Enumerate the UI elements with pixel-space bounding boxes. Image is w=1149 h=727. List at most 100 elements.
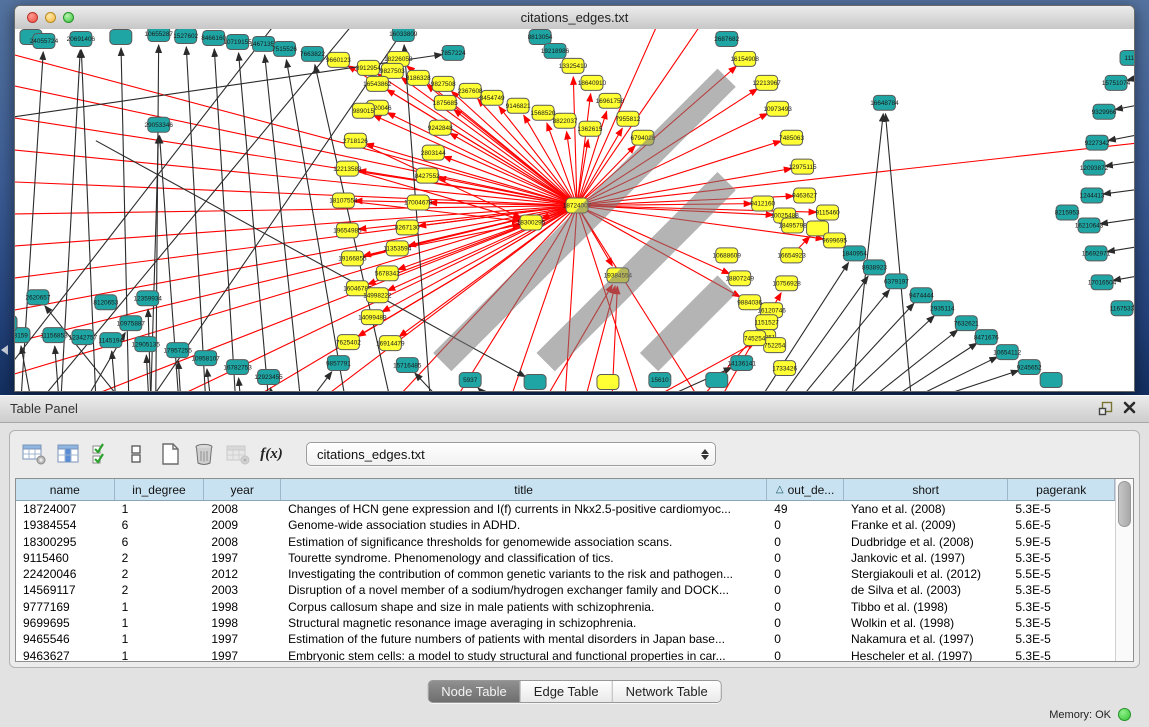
table-cell[interactable]: 0 xyxy=(767,599,844,615)
edge[interactable] xyxy=(270,388,272,391)
tab-edge-table[interactable]: Edge Table xyxy=(520,681,612,702)
table-cell[interactable]: 5.6E-5 xyxy=(1008,517,1115,533)
table-cell[interactable]: Corpus callosum shape and size in male p… xyxy=(281,599,767,615)
column-header-pagerank[interactable]: pagerank xyxy=(1008,479,1115,500)
table-cell[interactable]: 0 xyxy=(767,615,844,631)
table-cell[interactable]: 9777169 xyxy=(16,599,115,615)
table-cell[interactable]: Disruption of a novel member of a sodium… xyxy=(281,582,767,598)
table-cell[interactable]: Stergiakouli et al. (2012) xyxy=(844,566,1008,582)
table-cell[interactable]: 9463627 xyxy=(16,648,115,661)
table-cell[interactable]: 2 xyxy=(115,566,205,582)
table-selector-dropdown[interactable]: citations_edges.txt xyxy=(306,442,716,466)
table-cell[interactable]: 9465546 xyxy=(16,631,115,647)
table-cell[interactable]: 1 xyxy=(115,615,205,631)
table-cell[interactable]: Embryonic stem cells: a model to study s… xyxy=(281,648,767,661)
table-cell[interactable]: 0 xyxy=(767,550,844,566)
function-builder-button[interactable]: f(x) xyxy=(258,441,285,468)
table-cell[interactable]: Estimation of the future numbers of pati… xyxy=(281,631,767,647)
table-row[interactable]: 1456911722003Disruption of a novel membe… xyxy=(16,582,1115,598)
table-cell[interactable]: 2009 xyxy=(204,517,281,533)
table-cell[interactable]: Yano et al. (2008) xyxy=(844,501,1008,517)
table-cell[interactable]: 6 xyxy=(115,534,205,550)
table-row[interactable]: 946362711997Embryonic stem cells: a mode… xyxy=(16,648,1115,661)
column-header-out-de-[interactable]: △out_de... xyxy=(767,479,844,500)
table-cell[interactable]: Structural magnetic resonance image aver… xyxy=(281,615,767,631)
table-cell[interactable]: 5.3E-5 xyxy=(1008,599,1115,615)
table-cell[interactable]: 5.5E-5 xyxy=(1008,566,1115,582)
table-cell[interactable]: 6 xyxy=(115,517,205,533)
network-view-window[interactable]: citations_edges.txt 18724007183002951938… xyxy=(14,5,1135,392)
scrollbar-thumb[interactable] xyxy=(1118,481,1131,527)
table-row[interactable]: 1830029562008Estimation of significance … xyxy=(16,534,1115,550)
table-cell[interactable]: Tibbo et al. (1998) xyxy=(844,599,1008,615)
table-cell[interactable]: Changes of HCN gene expression and I(f) … xyxy=(281,501,767,517)
table-cell[interactable]: Estimation of significance thresholds fo… xyxy=(281,534,767,550)
table-cell[interactable]: 0 xyxy=(767,582,844,598)
table-row[interactable]: 1872400712008Changes of HCN gene express… xyxy=(16,501,1115,517)
tab-node-table[interactable]: Node Table xyxy=(428,681,520,702)
table-cell[interactable]: 0 xyxy=(767,566,844,582)
delete-columns-button[interactable] xyxy=(190,441,217,468)
table-cell[interactable]: Tourette syndrome. Phenomenology and cla… xyxy=(281,550,767,566)
column-header-year[interactable]: year xyxy=(204,479,281,500)
table-vertical-scrollbar[interactable] xyxy=(1115,479,1133,661)
table-cell[interactable]: 19384554 xyxy=(16,517,115,533)
table-cell[interactable]: Hescheler et al. (1997) xyxy=(844,648,1008,661)
create-column-button[interactable] xyxy=(156,441,183,468)
table-cell[interactable]: Jankovic et al. (1997) xyxy=(844,550,1008,566)
column-header-name[interactable]: name xyxy=(16,479,115,500)
network-canvas[interactable]: 1872400718300295193845549660123891295418… xyxy=(15,29,1134,391)
table-cell[interactable]: 18724007 xyxy=(16,501,115,517)
window-resize-grip[interactable] xyxy=(15,29,1131,388)
select-columns-button[interactable] xyxy=(88,441,115,468)
table-cell[interactable]: 1 xyxy=(115,599,205,615)
table-cell[interactable]: 22420046 xyxy=(16,566,115,582)
table-cell[interactable]: 5.3E-5 xyxy=(1008,501,1115,517)
table-cell[interactable]: Nakamura et al. (1997) xyxy=(844,631,1008,647)
column-header-short[interactable]: short xyxy=(844,479,1008,500)
table-cell[interactable]: 1997 xyxy=(204,631,281,647)
table-cell[interactable]: 18300295 xyxy=(16,534,115,550)
table-cell[interactable]: 0 xyxy=(767,631,844,647)
table-cell[interactable]: 5.3E-5 xyxy=(1008,648,1115,661)
table-cell[interactable]: 2008 xyxy=(204,534,281,550)
table-cell[interactable]: 0 xyxy=(767,534,844,550)
table-mode-button[interactable] xyxy=(20,441,47,468)
table-cell[interactable]: 1 xyxy=(115,648,205,661)
close-panel-icon[interactable] xyxy=(1122,400,1137,415)
table-cell[interactable]: 5.3E-5 xyxy=(1008,582,1115,598)
row-height-button[interactable] xyxy=(122,441,149,468)
table-cell[interactable]: 1997 xyxy=(204,550,281,566)
table-row[interactable]: 977716911998Corpus callosum shape and si… xyxy=(16,599,1115,615)
float-panel-icon[interactable] xyxy=(1098,401,1113,416)
column-header-in-degree[interactable]: in_degree xyxy=(115,479,205,500)
table-cell[interactable]: 14569117 xyxy=(16,582,115,598)
table-cell[interactable]: 5.3E-5 xyxy=(1008,615,1115,631)
table-row[interactable]: 946554611997Estimation of the future num… xyxy=(16,631,1115,647)
table-cell[interactable]: 1998 xyxy=(204,615,281,631)
delete-table-button[interactable] xyxy=(224,441,251,468)
table-cell[interactable]: de Silva et al. (2003) xyxy=(844,582,1008,598)
show-columns-button[interactable] xyxy=(54,441,81,468)
table-cell[interactable]: Franke et al. (2009) xyxy=(844,517,1008,533)
panel-collapse-arrow-icon[interactable] xyxy=(1,345,8,355)
network-window-titlebar[interactable]: citations_edges.txt xyxy=(15,6,1134,30)
table-cell[interactable]: 5.3E-5 xyxy=(1008,550,1115,566)
table-row[interactable]: 1938455462009Genome-wide association stu… xyxy=(16,517,1115,533)
table-cell[interactable]: 2008 xyxy=(204,501,281,517)
edge[interactable] xyxy=(478,388,490,391)
table-cell[interactable]: 1 xyxy=(115,631,205,647)
table-row[interactable]: 911546021997Tourette syndrome. Phenomeno… xyxy=(16,550,1115,566)
table-cell[interactable]: 2 xyxy=(115,550,205,566)
table-row[interactable]: 969969511998Structural magnetic resonanc… xyxy=(16,615,1115,631)
table-cell[interactable]: 9115460 xyxy=(16,550,115,566)
table-cell[interactable]: 9699695 xyxy=(16,615,115,631)
table-cell[interactable]: Wolkin et al. (1998) xyxy=(844,615,1008,631)
table-cell[interactable]: 5.9E-5 xyxy=(1008,534,1115,550)
table-cell[interactable]: 2003 xyxy=(204,582,281,598)
table-cell[interactable]: 1997 xyxy=(204,648,281,661)
table-cell[interactable]: 1 xyxy=(115,501,205,517)
table-cell[interactable]: 49 xyxy=(767,501,844,517)
table-row[interactable]: 2242004622012Investigating the contribut… xyxy=(16,566,1115,582)
table-cell[interactable]: 5.3E-5 xyxy=(1008,631,1115,647)
